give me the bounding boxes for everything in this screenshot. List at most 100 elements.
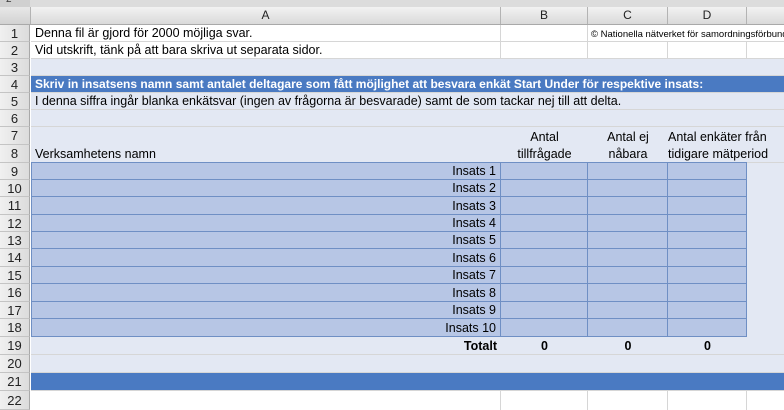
row-header-16[interactable]: 16 — [0, 284, 30, 302]
cell-c7[interactable]: Antal ej — [588, 127, 668, 145]
row-header-9[interactable]: 9 — [0, 163, 30, 180]
antal-ej-nabara-cell[interactable] — [588, 302, 668, 319]
column-header-b[interactable]: B — [501, 7, 588, 24]
antal-tillfragade-cell[interactable] — [501, 319, 588, 337]
row-21[interactable] — [31, 373, 784, 391]
antal-tidigare-cell[interactable] — [668, 284, 747, 302]
column-header-c[interactable]: C — [588, 7, 668, 24]
antal-ej-nabara-cell[interactable] — [588, 319, 668, 337]
cell-a8[interactable]: Verksamhetens namn — [31, 145, 501, 162]
cell-a22[interactable] — [31, 391, 501, 410]
antal-tidigare-cell[interactable] — [668, 180, 747, 197]
row-header-11[interactable]: 11 — [0, 197, 30, 215]
antal-tillfragade-cell[interactable] — [501, 180, 588, 197]
antal-tillfragade-cell[interactable] — [501, 163, 588, 180]
select-all-button[interactable] — [0, 7, 31, 24]
antal-tidigare-cell[interactable] — [668, 232, 747, 249]
antal-tillfragade-cell[interactable] — [501, 215, 588, 232]
antal-ej-nabara-cell[interactable] — [588, 249, 668, 267]
row-header-12[interactable]: 12 — [0, 215, 30, 232]
instruction-banner: Skriv in insatsens namn samt antalet del… — [35, 77, 704, 91]
row-3[interactable] — [31, 59, 784, 76]
cell-a1[interactable]: Denna fil är gjord för 2000 möjliga svar… — [31, 25, 501, 41]
antal-tidigare-cell[interactable] — [668, 163, 747, 180]
row-header-17[interactable]: 17 — [0, 302, 30, 319]
insats-label: Insats 7 — [452, 268, 496, 282]
insats-name-cell[interactable]: Insats 7 — [31, 267, 501, 284]
antal-ej-nabara-cell[interactable] — [588, 267, 668, 284]
cell-d2[interactable] — [668, 42, 747, 58]
row-header-8[interactable]: 8 — [0, 145, 30, 163]
row-header-19[interactable]: 19 — [0, 337, 30, 355]
insats-name-cell[interactable]: Insats 3 — [31, 197, 501, 215]
row-5[interactable]: I denna siffra ingår blanka enkätsvar (i… — [31, 93, 784, 110]
row-header-18[interactable]: 18 — [0, 319, 30, 337]
antal-tillfragade-cell[interactable] — [501, 249, 588, 267]
row-header-5[interactable]: 5 — [0, 93, 30, 110]
antal-tillfragade-cell[interactable] — [501, 302, 588, 319]
cell-b7[interactable]: Antal — [501, 127, 588, 145]
antal-ej-nabara-cell[interactable] — [588, 284, 668, 302]
antal-tidigare-cell[interactable] — [668, 197, 747, 215]
insats-name-cell[interactable]: Insats 8 — [31, 284, 501, 302]
insats-name-cell[interactable]: Insats 2 — [31, 180, 501, 197]
row-header-3[interactable]: 3 — [0, 59, 30, 76]
antal-tillfragade-cell[interactable] — [501, 267, 588, 284]
row-19: Totalt 0 0 0 — [31, 337, 784, 355]
insats-name-cell[interactable]: Insats 5 — [31, 232, 501, 249]
sheet-corner[interactable]: 2 — [0, 0, 30, 7]
insats-name-cell[interactable]: Insats 4 — [31, 215, 501, 232]
row-20[interactable] — [31, 355, 784, 373]
column-header-d[interactable]: D — [668, 7, 747, 24]
row-header-14[interactable]: 14 — [0, 249, 30, 267]
antal-tidigare-cell[interactable] — [668, 267, 747, 284]
cell-d8[interactable]: tidigare mätperiod — [668, 145, 784, 162]
cell-b2[interactable] — [501, 42, 588, 58]
antal-tidigare-cell[interactable] — [668, 302, 747, 319]
insats-name-cell[interactable]: Insats 9 — [31, 302, 501, 319]
cell-d22[interactable] — [668, 391, 747, 410]
column-header-a[interactable]: A — [31, 7, 501, 24]
insats-name-cell[interactable]: Insats 10 — [31, 319, 501, 337]
row-header-10[interactable]: 10 — [0, 180, 30, 197]
row-header-15[interactable]: 15 — [0, 267, 30, 284]
column-header-e[interactable] — [747, 7, 784, 24]
cell-a19[interactable]: Totalt — [31, 337, 501, 354]
row-header-2[interactable]: 2 — [0, 42, 30, 59]
cell-c8[interactable]: nåbara — [588, 145, 668, 162]
row-header-21[interactable]: 21 — [0, 373, 30, 391]
cell-c22[interactable] — [588, 391, 668, 410]
insats-name-cell[interactable]: Insats 1 — [31, 163, 501, 180]
total-b-cell[interactable]: 0 — [501, 337, 588, 354]
row-header-6[interactable]: 6 — [0, 110, 30, 127]
total-c-cell[interactable]: 0 — [588, 337, 668, 354]
insats-name-cell[interactable]: Insats 6 — [31, 249, 501, 267]
antal-ej-nabara-cell[interactable] — [588, 163, 668, 180]
antal-ej-nabara-cell[interactable] — [588, 197, 668, 215]
cell-b22[interactable] — [501, 391, 588, 410]
row-6[interactable] — [31, 110, 784, 127]
row-header-4[interactable]: 4 — [0, 76, 30, 93]
row-header-13[interactable]: 13 — [0, 232, 30, 249]
cell-c2[interactable] — [588, 42, 668, 58]
row-header-7[interactable]: 7 — [0, 127, 30, 145]
row-header-20[interactable]: 20 — [0, 355, 30, 373]
antal-ej-nabara-cell[interactable] — [588, 215, 668, 232]
antal-ej-nabara-cell[interactable] — [588, 180, 668, 197]
cell-a2[interactable]: Vid utskrift, tänk på att bara skriva ut… — [31, 42, 501, 58]
antal-tillfragade-cell[interactable] — [501, 232, 588, 249]
antal-tillfragade-cell[interactable] — [501, 197, 588, 215]
cell-d7[interactable]: Antal enkäter från — [668, 127, 784, 145]
antal-ej-nabara-cell[interactable] — [588, 232, 668, 249]
cell-b8[interactable]: tillfrågade — [501, 145, 588, 162]
antal-tidigare-cell[interactable] — [668, 215, 747, 232]
antal-tidigare-cell[interactable] — [668, 319, 747, 337]
total-d-cell[interactable]: 0 — [668, 337, 747, 354]
antal-tillfragade-cell[interactable] — [501, 284, 588, 302]
cell-c1[interactable]: © Nationella nätverket för samordningsfö… — [588, 25, 784, 41]
row-4[interactable]: Skriv in insatsens namn samt antalet del… — [31, 76, 784, 93]
cell-b1[interactable] — [501, 25, 588, 41]
row-header-1[interactable]: 1 — [0, 25, 30, 42]
antal-tidigare-cell[interactable] — [668, 249, 747, 267]
row-header-22[interactable]: 22 — [0, 391, 30, 410]
